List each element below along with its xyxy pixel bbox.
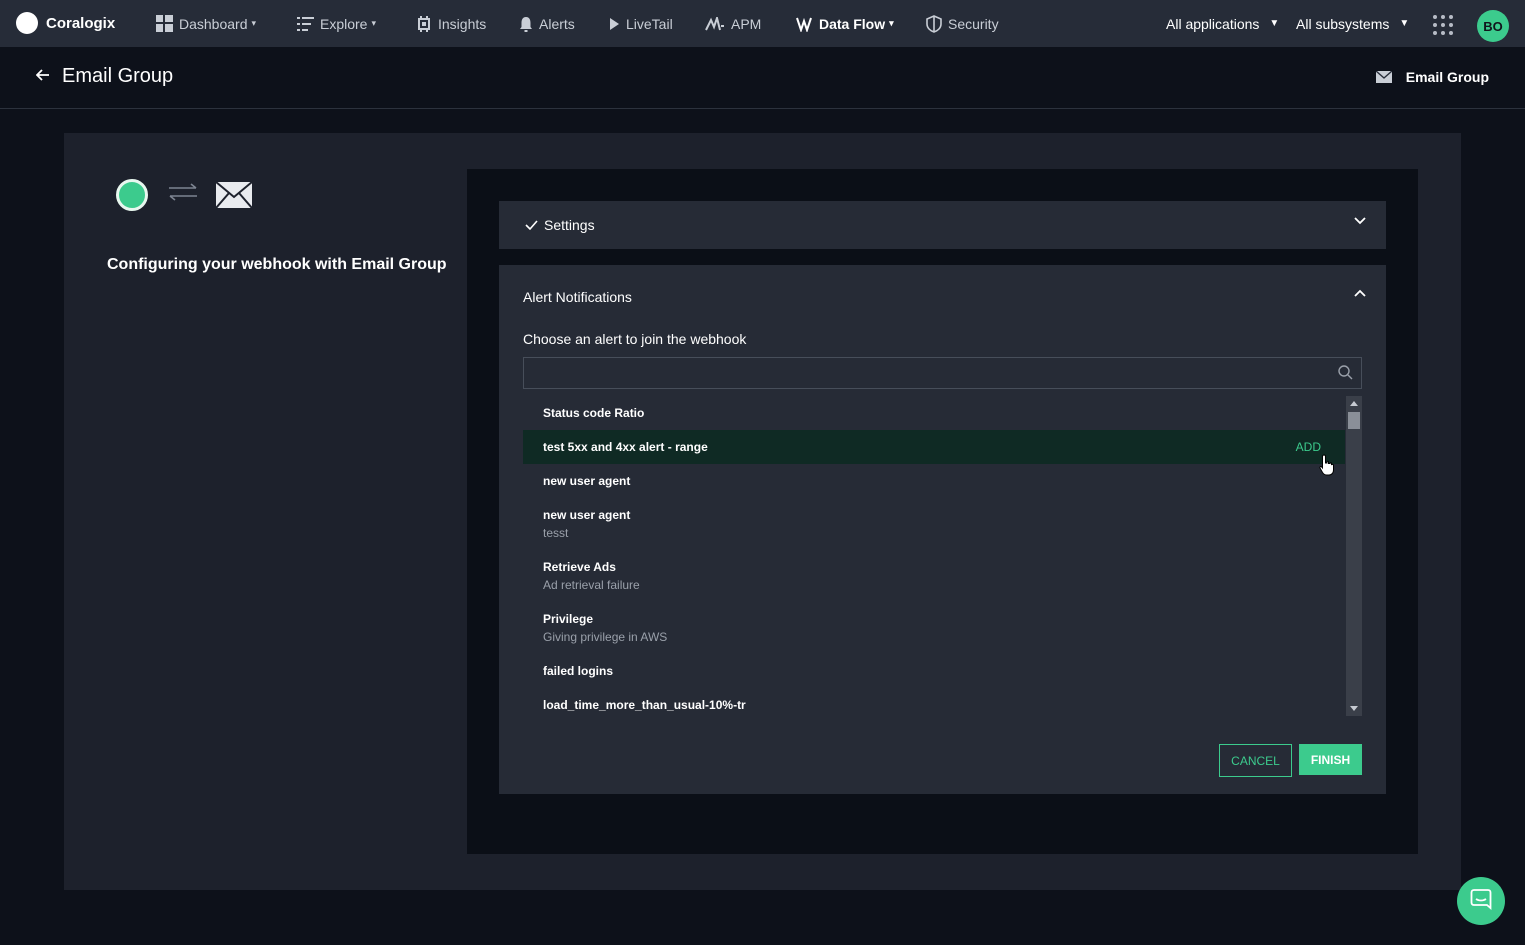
- list-item[interactable]: failed logins: [523, 654, 1345, 688]
- alert-notifications-panel: Alert Notifications Choose an alert to j…: [499, 265, 1386, 794]
- list-item[interactable]: test 5xx and 4xx alert - range ADD: [523, 430, 1345, 476]
- scroll-down-icon[interactable]: [1350, 706, 1358, 711]
- integration-steps: [116, 179, 252, 211]
- explore-icon: [297, 16, 314, 32]
- nav-explore[interactable]: Explore ▾: [297, 0, 376, 47]
- nav-label: Alerts: [539, 15, 575, 32]
- list-item[interactable]: Retrieve Ads Ad retrieval failure: [523, 550, 1345, 602]
- nav-insights[interactable]: Insights: [416, 0, 486, 47]
- nav-label: Insights: [438, 15, 487, 32]
- integration-name: Email Group: [1405, 69, 1489, 85]
- main-card: Configuring your webhook with Email Grou…: [64, 133, 1461, 890]
- bell-icon: [519, 16, 533, 32]
- nav-livetail[interactable]: LiveTail: [609, 0, 673, 47]
- dashboard-icon: [156, 15, 173, 32]
- alert-search-input[interactable]: [524, 358, 1324, 388]
- list-item[interactable]: load_time_more_than_usual-10%-tr: [523, 688, 1345, 716]
- play-icon: [609, 17, 620, 31]
- scrollbar-thumb[interactable]: [1348, 412, 1360, 429]
- list-item[interactable]: new user agent tesst: [523, 498, 1345, 550]
- applications-select-value: All applications: [1166, 15, 1260, 32]
- alert-description: tesst: [543, 526, 569, 540]
- alert-title: new user agent: [543, 508, 631, 522]
- caret-down-icon: ▾: [889, 18, 894, 28]
- alert-description: Ad retrieval failure: [543, 578, 640, 592]
- apps-grid-icon[interactable]: [1433, 15, 1453, 35]
- nav-label: APM: [731, 15, 762, 32]
- alert-title: failed logins: [543, 664, 614, 678]
- envelope-icon: [1375, 71, 1392, 83]
- settings-label: Settings: [544, 217, 595, 233]
- config-form: Settings Alert Notifications Choose an a…: [467, 169, 1418, 854]
- nav-alerts[interactable]: Alerts: [519, 0, 575, 47]
- nav-label: Security: [948, 15, 999, 32]
- exchange-arrows-icon: [168, 183, 198, 207]
- list-item[interactable]: new user agent: [523, 464, 1345, 498]
- alert-list: Status code Ratio test 5xx and 4xx alert…: [523, 396, 1345, 716]
- top-nav: Coralogix Dashboard ▾ Explore ▾ Insights…: [0, 0, 1525, 47]
- alert-search: [523, 357, 1362, 389]
- subsystems-select-value: All subsystems: [1296, 15, 1390, 32]
- chat-support-button[interactable]: [1457, 877, 1505, 925]
- integration-label: Email Group: [1375, 69, 1489, 85]
- apm-icon: [705, 16, 725, 31]
- caret-down-icon: ▾: [251, 18, 257, 28]
- chat-icon: [1470, 888, 1492, 915]
- nav-data-flow[interactable]: Data Flow ▾: [795, 0, 894, 47]
- coralogix-logo-icon: [16, 12, 38, 34]
- caret-down-icon: ▾: [371, 18, 376, 28]
- scroll-up-icon[interactable]: [1350, 401, 1358, 406]
- brand[interactable]: Coralogix: [16, 12, 115, 34]
- data-flow-icon: [795, 16, 813, 32]
- alert-title: Retrieve Ads: [543, 560, 616, 574]
- envelope-icon: [216, 182, 252, 208]
- nav-security[interactable]: Security: [926, 0, 999, 47]
- alert-title: new user agent: [543, 474, 631, 488]
- nav-dashboard[interactable]: Dashboard ▾: [156, 0, 256, 47]
- alert-description: Giving privilege in AWS: [543, 630, 668, 644]
- list-item[interactable]: Privilege Giving privilege in AWS: [523, 602, 1345, 654]
- alert-list-scrollbar[interactable]: [1346, 396, 1362, 716]
- search-icon: [1338, 365, 1353, 380]
- insights-icon: [416, 15, 432, 32]
- nav-label: Explore: [320, 15, 368, 32]
- alert-title: load_time_more_than_usual-10%-tr: [543, 698, 746, 712]
- status-dot-icon: [116, 179, 148, 211]
- finish-button[interactable]: FINISH: [1299, 744, 1362, 775]
- add-alert-button[interactable]: ADD: [1296, 440, 1321, 454]
- applications-select[interactable]: All applications ▼: [1166, 0, 1279, 47]
- alert-title: test 5xx and 4xx alert - range: [543, 440, 708, 454]
- chevron-down-icon[interactable]: [1354, 217, 1366, 225]
- nav-apm[interactable]: APM: [705, 0, 761, 47]
- page-title: Email Group: [62, 65, 174, 87]
- shield-icon: [926, 14, 942, 33]
- list-item[interactable]: Status code Ratio: [523, 396, 1345, 430]
- caret-down-icon: ▼: [1269, 18, 1280, 29]
- nav-label: Dashboard: [179, 15, 248, 32]
- check-icon: [525, 220, 538, 230]
- subsystems-select[interactable]: All subsystems ▼: [1296, 0, 1409, 47]
- back-arrow-icon[interactable]: [35, 68, 50, 86]
- settings-panel[interactable]: Settings: [499, 201, 1386, 249]
- choose-alert-label: Choose an alert to join the webhook: [523, 331, 747, 347]
- nav-label: LiveTail: [626, 15, 673, 32]
- alert-notifications-title: Alert Notifications: [523, 289, 632, 305]
- cancel-button[interactable]: CANCEL: [1219, 744, 1292, 777]
- avatar[interactable]: BO: [1477, 10, 1509, 42]
- alert-title: Status code Ratio: [543, 406, 645, 420]
- alert-title: Privilege: [543, 612, 594, 626]
- nav-label: Data Flow: [819, 15, 886, 32]
- brand-name: Coralogix: [46, 14, 116, 32]
- caret-down-icon: ▼: [1399, 18, 1410, 29]
- chevron-up-icon[interactable]: [1354, 289, 1366, 297]
- page-header: Email Group Email Group: [0, 47, 1525, 109]
- config-description: Configuring your webhook with Email Grou…: [107, 256, 447, 273]
